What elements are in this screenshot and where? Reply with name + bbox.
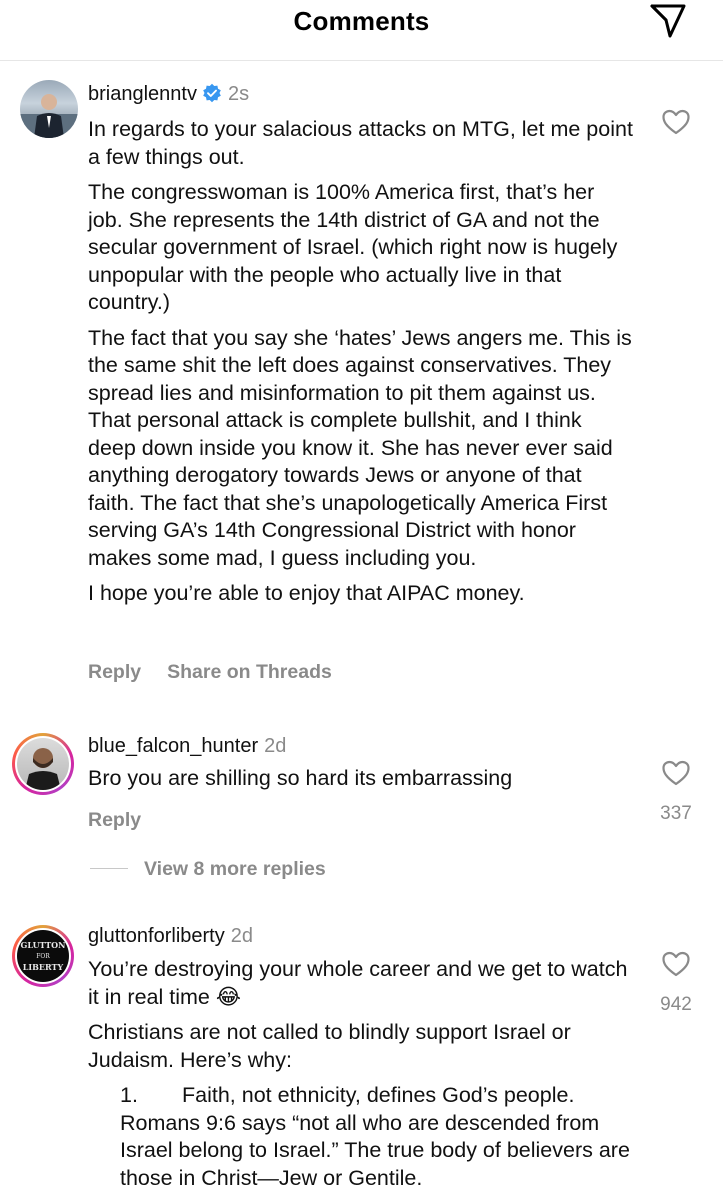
comment-time: 2s (227, 83, 250, 105)
heart-icon[interactable] (661, 759, 691, 787)
reply-button[interactable]: Reply (88, 809, 141, 831)
heart-icon[interactable] (661, 950, 691, 978)
list-item: 1. Faith, not ethnicity, defines God’s pe… (88, 1082, 633, 1192)
avatar: GLUTTON FOR LIBERTY (17, 930, 69, 982)
avatar-logo-text: GLUTTON (20, 939, 66, 950)
comment-paragraph: Bro you are shilling so hard its embarra… (88, 766, 513, 790)
share-on-threads-button[interactable]: Share on Threads (167, 661, 332, 683)
username-line: gluttonforliberty 2d (88, 925, 253, 948)
avatar-logo-text: LIBERTY (22, 961, 64, 972)
username[interactable]: gluttonforliberty (88, 925, 225, 947)
comment-body: You’re destroying your whole career and … (88, 956, 633, 1192)
comment-paragraph: I hope you’re able to enjoy that AIPAC m… (88, 581, 525, 605)
list-number: 1. (120, 1083, 138, 1107)
comment-paragraph: The fact that you say she ‘hates’ Jews a… (88, 325, 632, 570)
like-count: 942 (660, 994, 692, 1015)
comment-actions: Reply Share on Threads (88, 661, 332, 684)
comment-body: In regards to your salacious attacks on … (88, 116, 633, 616)
avatar[interactable] (20, 80, 78, 138)
avatar (17, 738, 69, 790)
avatar-story-ring[interactable]: GLUTTON FOR LIBERTY (12, 925, 74, 987)
comment-paragraph: In regards to your salacious attacks on … (88, 117, 633, 169)
view-replies-label: View 8 more replies (144, 858, 326, 880)
send-icon[interactable] (648, 2, 688, 40)
comment-actions: Reply (88, 809, 141, 832)
comments-header: Comments (0, 0, 723, 46)
comment-time: 2d (230, 925, 253, 947)
like-count: 337 (660, 803, 692, 824)
username-line: blue_falcon_hunter 2d (88, 735, 286, 758)
comment-body: Bro you are shilling so hard its embarra… (88, 765, 633, 801)
username[interactable]: blue_falcon_hunter (88, 735, 258, 757)
reply-button[interactable]: Reply (88, 661, 141, 683)
list-item-text: Faith, not ethnicity, defines God’s peop… (120, 1083, 630, 1190)
view-more-replies[interactable]: View 8 more replies (90, 858, 326, 881)
heart-icon[interactable] (661, 108, 691, 136)
username[interactable]: brianglenntv (88, 83, 197, 105)
avatar-story-ring[interactable] (12, 733, 74, 795)
comment-time: 2d (264, 735, 287, 757)
comment-paragraph: The congresswoman is 100% America first,… (88, 180, 618, 314)
header-divider (0, 60, 723, 61)
page-title: Comments (293, 6, 430, 36)
verified-badge-icon (203, 83, 221, 103)
avatar-logo-text: FOR (36, 952, 50, 960)
replies-divider-line (90, 868, 128, 869)
comment-paragraph: Christians are not called to blindly sup… (88, 1020, 571, 1072)
username-line: brianglenntv 2s (88, 83, 249, 106)
comment-paragraph: You’re destroying your whole career and … (88, 957, 628, 1009)
